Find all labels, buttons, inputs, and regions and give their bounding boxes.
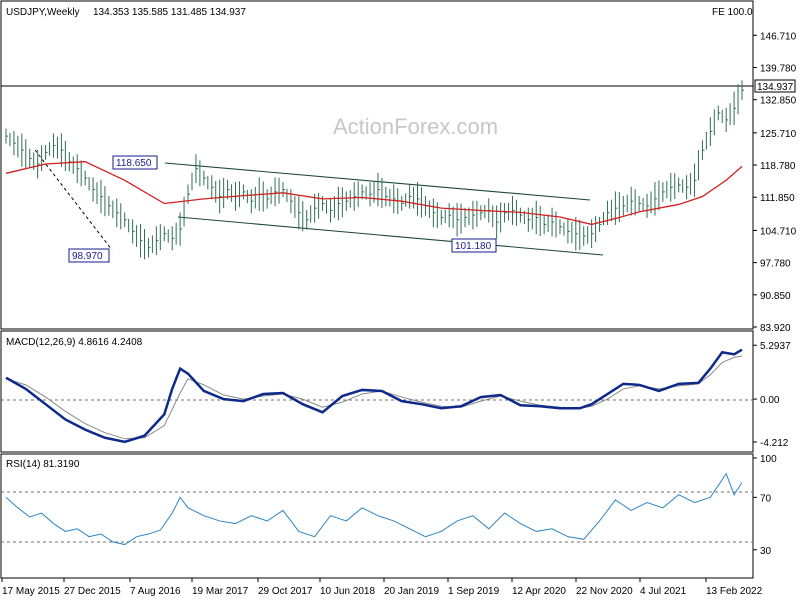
- price-y-tick-label: 125.710: [760, 129, 797, 140]
- macd-y-tick-label: -4.212: [760, 438, 789, 449]
- label-101180: 101.180: [451, 238, 497, 253]
- watermark: ActionForex.com: [333, 114, 498, 139]
- label-101180-text: 101.180: [455, 241, 492, 252]
- price-y-tick-label: 146.710: [760, 31, 797, 42]
- chart-canvas: ActionForex.com USDJPY,Weekly 134.353 13…: [0, 0, 797, 597]
- last-value-box: 134.937: [754, 79, 796, 93]
- price-y-tick-label: 97.780: [760, 259, 791, 270]
- usdjpy-weekly-chart: ActionForex.com USDJPY,Weekly 134.353 13…: [0, 0, 800, 600]
- x-tick-label: 10 Jun 2018: [320, 586, 375, 597]
- ohlc-values: 134.353 135.585 131.485 134.937: [93, 7, 246, 18]
- symbol-title: USDJPY,Weekly: [6, 7, 80, 18]
- macd-title: MACD(12,26,9) 4.8616 4.2408: [6, 337, 143, 348]
- rsi-title: RSI(14) 81.3190: [6, 459, 80, 470]
- label-98970-text: 98.970: [72, 251, 103, 262]
- label-98970: 98.970: [68, 248, 110, 263]
- price-y-tick-label: 104.710: [760, 226, 797, 237]
- price-y-tick-label: 139.780: [760, 63, 797, 74]
- rsi-panel: [0, 453, 754, 579]
- x-tick-label: 12 Apr 2020: [512, 586, 566, 597]
- label-118650-text: 118.650: [116, 158, 152, 169]
- price-y-tick-label: 118.780: [760, 161, 796, 172]
- x-tick-label: 27 Dec 2015: [64, 586, 121, 597]
- macd-y-tick-label: 5.2937: [760, 341, 791, 352]
- price-y-tick-label: 90.850: [760, 291, 791, 302]
- price-y-tick-label: 132.850: [760, 96, 797, 107]
- last-value-text: 134.937: [757, 82, 794, 93]
- x-tick-label: 29 Oct 2017: [258, 586, 313, 597]
- macd-y-tick-label: 0.00: [760, 395, 780, 406]
- rsi-y-tick-label: 100: [760, 454, 777, 465]
- fe-label: FE 100.0: [712, 7, 753, 18]
- x-tick-label: 1 Sep 2019: [448, 586, 500, 597]
- rsi-y-tick-label: 70: [760, 493, 772, 504]
- x-tick-label: 13 Feb 2022: [706, 586, 763, 597]
- x-tick-label: 19 Mar 2017: [192, 586, 249, 597]
- x-tick-label: 20 Jan 2019: [384, 586, 439, 597]
- x-tick-label: 22 Nov 2020: [576, 586, 633, 597]
- label-118650: 118.650: [112, 155, 158, 170]
- x-tick-label: 4 Jul 2021: [640, 586, 687, 597]
- x-tick-label: 7 Aug 2016: [130, 586, 181, 597]
- rsi-y-tick-label: 30: [760, 546, 772, 557]
- price-y-tick-label: 111.850: [760, 193, 795, 204]
- price-y-tick-label: 83.920: [760, 323, 791, 334]
- x-tick-label: 17 May 2015: [2, 586, 60, 597]
